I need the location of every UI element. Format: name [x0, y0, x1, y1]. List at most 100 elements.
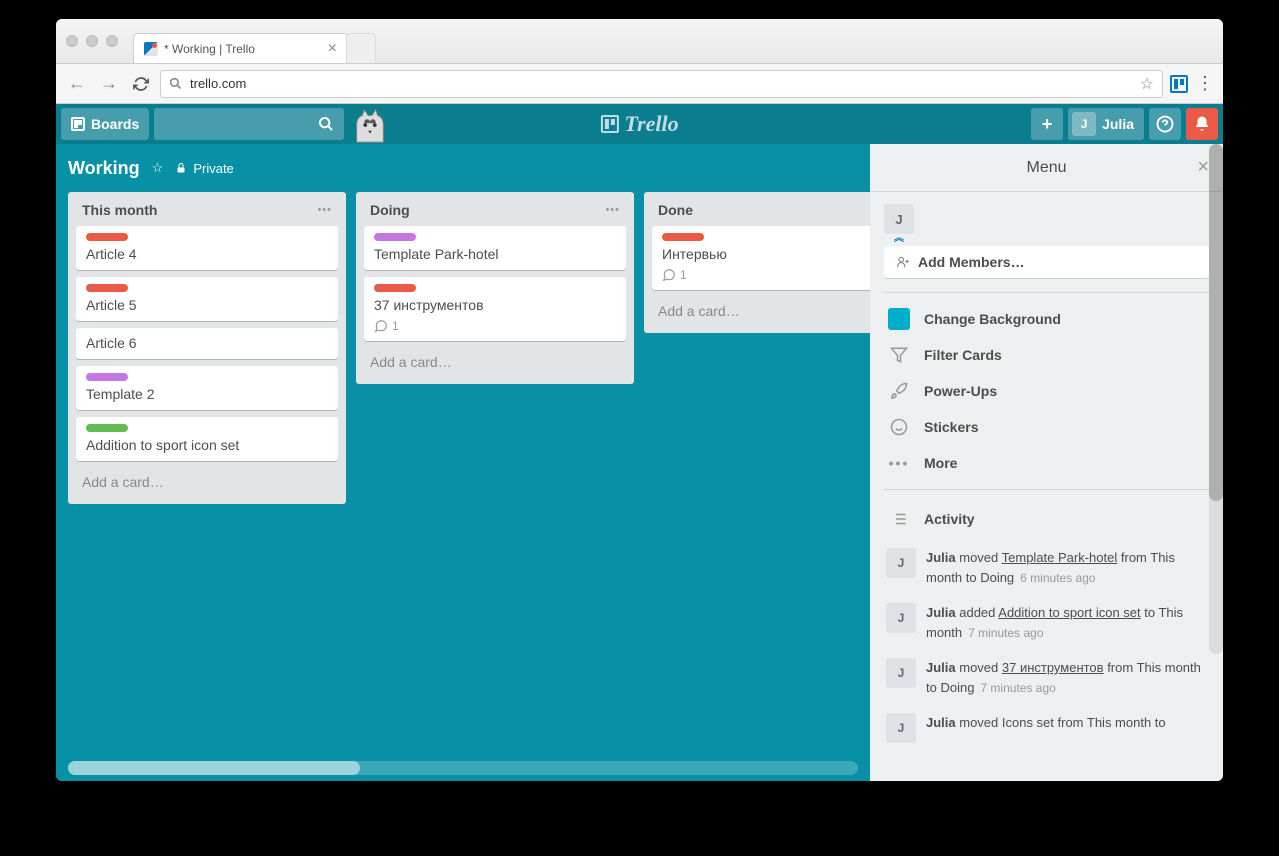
- sticker-icon: [888, 416, 910, 438]
- privacy-button[interactable]: Private: [175, 161, 233, 176]
- card[interactable]: Template Park-hotel: [364, 226, 626, 270]
- menu-title: Menu: [1026, 159, 1066, 177]
- card-title: Addition to sport icon set: [86, 437, 328, 453]
- browser-menu-button[interactable]: ⋮: [1195, 73, 1215, 94]
- card-title: Article 4: [86, 246, 328, 262]
- list-title[interactable]: This month: [82, 202, 157, 218]
- close-menu-button[interactable]: ×: [1197, 156, 1209, 179]
- activity-time: 7 minutes ago: [968, 626, 1043, 640]
- add-card-button[interactable]: Add a card…: [652, 297, 870, 325]
- card[interactable]: Template 2: [76, 366, 338, 410]
- card-label-red: [374, 284, 416, 292]
- members-row: J ︽: [884, 204, 1209, 234]
- menu-item-label: Stickers: [924, 419, 978, 435]
- lists-container: This month ••• Article 4 Article 5 Artic…: [56, 192, 870, 761]
- card-badges: 1: [374, 319, 616, 333]
- vertical-scrollbar[interactable]: [1209, 144, 1223, 654]
- list-header: Done: [652, 200, 870, 226]
- lock-icon: [175, 162, 187, 174]
- card[interactable]: 37 инструментов1: [364, 277, 626, 341]
- traffic-lights: [66, 35, 118, 47]
- boards-label: Boards: [91, 116, 139, 132]
- horizontal-scrollbar[interactable]: [68, 761, 858, 775]
- add-members-label: Add Members…: [918, 254, 1025, 270]
- activity-time: 6 minutes ago: [1020, 571, 1095, 585]
- power-ups-item[interactable]: Power-Ups: [884, 373, 1209, 409]
- activity-link[interactable]: Addition to sport icon set: [998, 605, 1140, 620]
- card-label-purple: [374, 233, 416, 241]
- activity-label: Activity: [924, 511, 975, 527]
- activity-link[interactable]: Template Park-hotel: [1002, 550, 1118, 565]
- star-board-button[interactable]: ☆: [152, 160, 164, 176]
- comment-count: 1: [392, 319, 399, 333]
- card-label-red: [86, 233, 128, 241]
- list-title[interactable]: Done: [658, 202, 693, 218]
- list-menu-button[interactable]: •••: [317, 204, 332, 216]
- close-window-button[interactable]: [66, 35, 78, 47]
- activity-avatar[interactable]: J: [886, 658, 916, 688]
- filter-icon: [888, 344, 910, 366]
- card[interactable]: Article 6: [76, 328, 338, 359]
- notifications-button[interactable]: [1186, 108, 1218, 140]
- activity-text: Julia moved Template Park-hotel from Thi…: [926, 548, 1207, 587]
- info-button[interactable]: [1149, 108, 1181, 140]
- create-button[interactable]: +: [1031, 108, 1063, 140]
- search-input[interactable]: [154, 108, 344, 140]
- trello-app: Boards Trello + J Julia: [56, 104, 1223, 781]
- boards-button[interactable]: Boards: [61, 108, 149, 140]
- menu-panel: Menu × J ︽ Add Members…: [870, 144, 1223, 781]
- bookmark-star-icon[interactable]: ☆: [1140, 74, 1154, 94]
- browser-window: * Working | Trello × ← → trello.com ☆ ⋮ …: [56, 19, 1223, 781]
- forward-button[interactable]: →: [96, 71, 122, 97]
- trello-logo-icon: [600, 115, 618, 133]
- list-title[interactable]: Doing: [370, 202, 410, 218]
- list-header: This month •••: [76, 200, 338, 226]
- url-input[interactable]: trello.com ☆: [160, 70, 1163, 98]
- card[interactable]: Интервью1: [652, 226, 870, 290]
- trello-extension-icon[interactable]: [1169, 74, 1189, 94]
- back-button[interactable]: ←: [64, 71, 90, 97]
- card-label-green: [86, 424, 128, 432]
- activity-link[interactable]: 37 инструментов: [1002, 660, 1104, 675]
- husky-logo-icon: [351, 106, 389, 144]
- change-background-item[interactable]: Change Background: [884, 301, 1209, 337]
- card[interactable]: Article 4: [76, 226, 338, 270]
- board-area: Working ☆ Private This month ••• Art: [56, 144, 1223, 781]
- add-card-button[interactable]: Add a card…: [76, 468, 338, 496]
- filter-cards-item[interactable]: Filter Cards: [884, 337, 1209, 373]
- trello-logo[interactable]: Trello: [600, 111, 678, 137]
- menu-body: J ︽ Add Members… Change Background: [870, 192, 1223, 781]
- more-item[interactable]: ••• More: [884, 445, 1209, 481]
- activity-text: Julia added Addition to sport icon set t…: [926, 603, 1207, 642]
- activity-time: 7 minutes ago: [980, 681, 1055, 695]
- member-avatar[interactable]: J ︽: [884, 204, 914, 234]
- board-name[interactable]: Working: [68, 158, 140, 179]
- close-tab-button[interactable]: ×: [328, 40, 337, 58]
- list-doing: Doing ••• Template Park-hotel 37 инструм…: [356, 192, 634, 384]
- list-this-month: This month ••• Article 4 Article 5 Artic…: [68, 192, 346, 504]
- maximize-window-button[interactable]: [106, 35, 118, 47]
- add-card-button[interactable]: Add a card…: [364, 348, 626, 376]
- address-bar: ← → trello.com ☆ ⋮: [56, 64, 1223, 104]
- reload-button[interactable]: [128, 71, 154, 97]
- activity-item: J Julia moved Icons set from This month …: [884, 705, 1209, 751]
- bell-icon: [1193, 115, 1211, 133]
- activity-avatar[interactable]: J: [886, 548, 916, 578]
- activity-avatar[interactable]: J: [886, 713, 916, 743]
- minimize-window-button[interactable]: [86, 35, 98, 47]
- menu-item-label: Filter Cards: [924, 347, 1002, 363]
- card[interactable]: Addition to sport icon set: [76, 417, 338, 461]
- add-members-button[interactable]: Add Members…: [884, 246, 1209, 278]
- list-menu-button[interactable]: •••: [605, 204, 620, 216]
- new-tab-button[interactable]: [346, 33, 376, 63]
- card[interactable]: Article 5: [76, 277, 338, 321]
- background-swatch-icon: [888, 308, 910, 330]
- browser-tab[interactable]: * Working | Trello ×: [133, 33, 348, 63]
- card-title: Template Park-hotel: [374, 246, 616, 262]
- stickers-item[interactable]: Stickers: [884, 409, 1209, 445]
- card-label-red: [662, 233, 704, 241]
- user-menu-button[interactable]: J Julia: [1068, 108, 1144, 140]
- board-header: Working ☆ Private: [56, 144, 870, 192]
- activity-avatar[interactable]: J: [886, 603, 916, 633]
- rocket-icon: [888, 380, 910, 402]
